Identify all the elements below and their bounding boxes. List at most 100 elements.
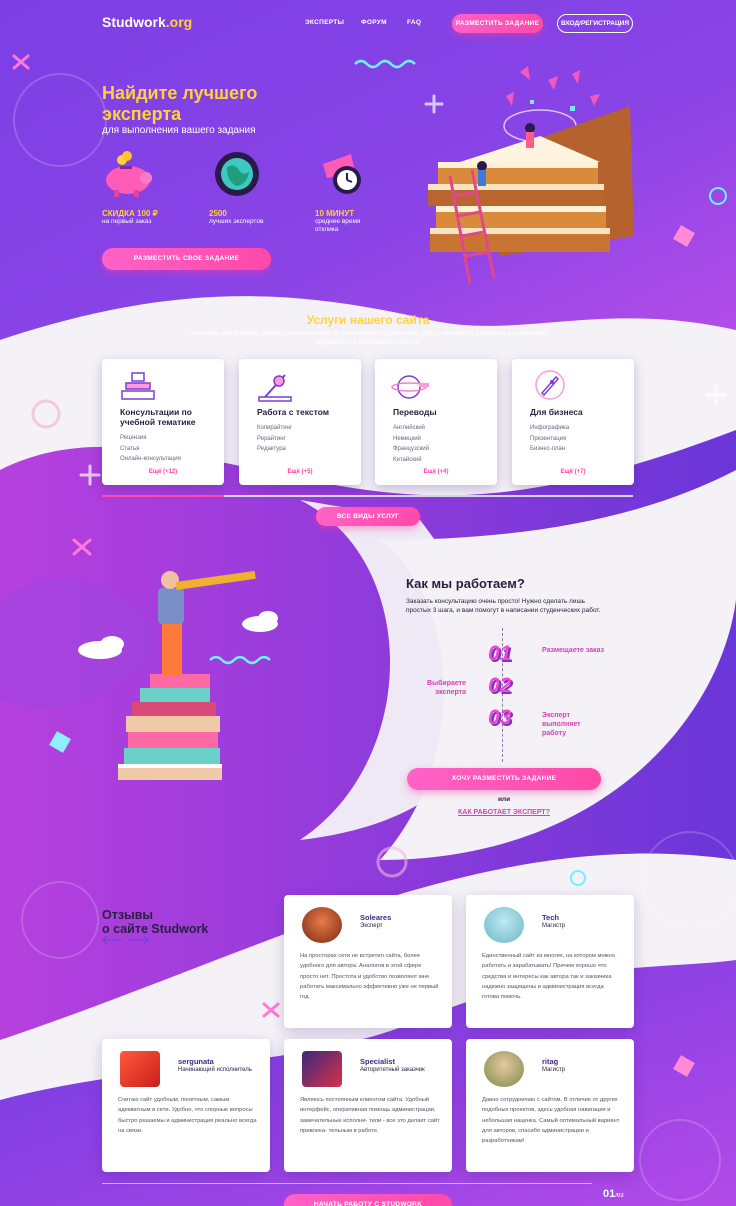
stat-experts-label: лучших экспертов <box>209 218 264 225</box>
review-author: sergunata <box>178 1057 214 1066</box>
stat-response-value: 10 МИНУТ <box>315 209 355 218</box>
service-item[interactable]: Английский <box>393 423 429 434</box>
reviews-pager: 01/03 <box>603 1188 624 1200</box>
review-author: Specialist <box>360 1057 396 1066</box>
review-text: Единственный сайт из многих, на котором … <box>482 953 615 1001</box>
workstation-icon <box>121 372 155 400</box>
nav-experts[interactable]: ЭКСПЕРТЫ <box>305 19 344 26</box>
review-author: Tech <box>542 913 559 922</box>
service-item[interactable]: Копирайтинг <box>257 423 292 434</box>
service-items: Инфографика Презентация Бизнес-план <box>530 423 569 455</box>
arrow-right-icon[interactable] <box>128 935 149 945</box>
stat-discount: СКИДКА 100 ₽ на первый заказ <box>102 150 160 226</box>
stat-experts-value: 2500 <box>209 209 227 218</box>
how-expert-link[interactable]: КАК РАБОТАЕТ ЭКСПЕРТ? <box>407 809 601 816</box>
review-card: Tech Магистр Единственный сайт из многих… <box>466 895 634 1028</box>
service-more-link[interactable]: Ещё (+12) <box>102 469 224 475</box>
reviews-title: Отзывы о сайте Studwork <box>102 908 208 936</box>
or-text: или <box>497 796 511 803</box>
stat-response-time: 10 МИНУТ среднее время отклика <box>315 150 375 233</box>
review-card: Soleares Эксперт На просторах сети не вс… <box>284 895 452 1028</box>
service-card-consulting[interactable]: Консультации по учебной тематике Рецензи… <box>102 359 224 485</box>
step-number: 02 <box>488 674 512 697</box>
scrollbar-thumb[interactable] <box>102 495 224 497</box>
stat-discount-label: на первый заказ <box>102 218 152 225</box>
service-item[interactable]: Редактура <box>257 444 292 455</box>
service-card-translations[interactable]: Переводы Английский Немецкий Французский… <box>375 359 497 485</box>
start-work-button[interactable]: НАЧАТЬ РАБОТУ С STUDWORK <box>284 1194 452 1206</box>
service-items: Рецензия Статья Онлайн-консультация <box>120 433 181 465</box>
service-title: Работа с текстом <box>257 407 330 417</box>
alarm-clock-icon <box>323 154 361 194</box>
hero-title: Найдите лучшего эксперта <box>102 83 258 124</box>
service-item[interactable]: Статья <box>120 444 181 455</box>
reviews-scrollbar[interactable] <box>102 1183 592 1184</box>
reviews-title-line2: о сайте Studwork <box>102 922 209 936</box>
books-illustration <box>428 66 634 285</box>
service-item[interactable]: Китайский <box>393 455 429 466</box>
service-card-text[interactable]: Работа с текстом Копирайтинг Рерайтинг Р… <box>239 359 361 485</box>
reviews-arrows <box>102 935 149 945</box>
service-item[interactable]: Французский <box>393 444 429 455</box>
service-card-business[interactable]: Для бизнеса Инфографика Презентация Бизн… <box>512 359 634 485</box>
avatar <box>120 1051 160 1087</box>
review-role: Начинающий исполнитель <box>178 1067 252 1073</box>
reviews-title-line1: Отзывы <box>102 908 154 922</box>
review-role: Магистр <box>542 923 566 929</box>
hero-subtitle: для выполнения вашего задания <box>102 125 256 136</box>
nav-forum[interactable]: ФОРУМ <box>361 19 387 26</box>
post-task-button[interactable]: РАЗМЕСТИТЬ ЗАДАНИЕ <box>452 14 543 33</box>
service-item[interactable]: Рерайтинг <box>257 434 292 445</box>
review-text: Считаю сайт удобным, понятным, самым аде… <box>118 1097 257 1134</box>
landing-page: Studwork.org ЭКСПЕРТЫ ФОРУМ FAQ РАЗМЕСТИ… <box>0 0 736 1206</box>
review-text: На просторах сети не встретил сайта, бол… <box>300 953 439 1001</box>
avatar <box>484 1051 524 1087</box>
review-author: Soleares <box>360 913 392 922</box>
service-more-link[interactable]: Ещё (+7) <box>512 469 634 475</box>
service-more-link[interactable]: Ещё (+5) <box>239 469 361 475</box>
site-logo[interactable]: Studwork.org <box>102 14 192 30</box>
step-label: Эксперт выполняет работу <box>542 712 581 737</box>
service-items: Копирайтинг Рерайтинг Редактура <box>257 423 292 455</box>
review-role: Авторитетный заказчик <box>360 1067 425 1073</box>
step-label: Размещаете заказ <box>542 647 605 654</box>
service-item[interactable]: Бизнес-план <box>530 444 569 455</box>
review-text: Являюсь постоянным клиентом сайта. Удобн… <box>300 1097 440 1134</box>
service-title: Для бизнеса <box>530 407 583 417</box>
service-title: Переводы <box>393 407 437 417</box>
how-cta-button[interactable]: ХОЧУ РАЗМЕСТИТЬ ЗАДАНИЕ <box>407 768 601 790</box>
services-scrollbar[interactable] <box>102 495 633 497</box>
login-button[interactable]: ВХОД/РЕГИСТРАЦИЯ <box>557 14 633 33</box>
review-text: Давно сотрудничаю с сайтом. В отличие от… <box>482 1097 620 1145</box>
avatar <box>302 1051 342 1087</box>
service-item[interactable]: Инфографика <box>530 423 569 434</box>
review-role: Магистр <box>542 1067 566 1073</box>
service-item[interactable]: Рецензия <box>120 433 181 444</box>
stat-response-label: среднее время отклика <box>315 218 361 233</box>
review-role: Эксперт <box>360 923 383 929</box>
service-items: Английский Немецкий Французский Китайски… <box>393 423 429 465</box>
review-card: Specialist Авторитетный заказчик Являюсь… <box>284 1039 452 1172</box>
all-services-button[interactable]: ВСЕ ВИДЫ УСЛУГ <box>316 507 420 526</box>
review-card: ritag Магистр Давно сотрудничаю с сайтом… <box>466 1039 634 1172</box>
nav-faq[interactable]: FAQ <box>407 19 421 26</box>
review-card: sergunata Начинающий исполнитель Считаю … <box>102 1039 270 1172</box>
logo-suffix: .org <box>165 14 193 30</box>
service-title: Консультации по учебной тематике <box>120 407 196 427</box>
services-description: На нашем сайте можно заказать консультац… <box>188 330 548 346</box>
step-number: 01 <box>488 642 512 665</box>
logo-main: Studwork <box>102 14 166 30</box>
services-title: Услуги нашего сайта <box>306 313 430 327</box>
pager-total: /03 <box>615 1193 624 1199</box>
step-label: Выбираете эксперта <box>427 680 466 696</box>
hero-cta-button[interactable]: РАЗМЕСТИТЬ СВОЕ ЗАДАНИЕ <box>102 248 271 270</box>
planet-rocket-icon <box>391 375 429 399</box>
service-item[interactable]: Онлайн-консультация <box>120 454 181 465</box>
service-item[interactable]: Презентация <box>530 434 569 445</box>
service-more-link[interactable]: Ещё (+4) <box>375 469 497 475</box>
how-title: Как мы работаем? <box>406 576 525 591</box>
service-item[interactable]: Немецкий <box>393 434 429 445</box>
avatar <box>302 907 342 943</box>
arrow-left-icon[interactable] <box>102 935 122 945</box>
microscope-icon <box>258 374 292 402</box>
